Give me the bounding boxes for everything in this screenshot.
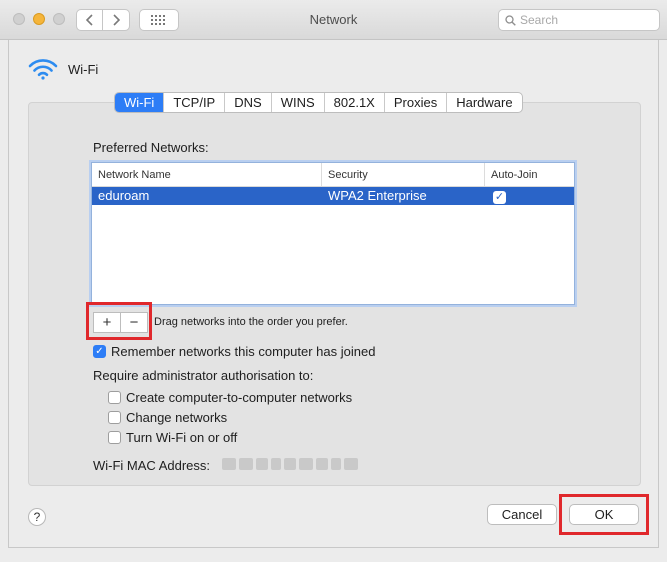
turn-wifi-label: Turn Wi-Fi on or off [126,430,238,445]
wifi-icon [28,59,58,80]
change-networks-label: Change networks [126,410,228,425]
mac-address-redacted [222,458,358,470]
auto-join-checkbox[interactable]: ✓ [493,191,506,204]
tab-dns[interactable]: DNS [224,93,270,112]
title-bar: Network [0,0,667,40]
create-networks-row[interactable]: Create computer-to-computer networks [108,390,352,405]
highlight-box-ok [559,494,649,535]
create-networks-checkbox[interactable] [108,391,121,404]
tab-proxies[interactable]: Proxies [383,93,446,112]
column-auto-join[interactable]: Auto-Join [485,163,574,186]
tab-hardware[interactable]: Hardware [446,93,521,112]
interface-header: Wi-Fi [28,58,98,80]
preferred-networks-table[interactable]: Network Name Security Auto-Join eduroam … [91,162,575,305]
search-icon [505,14,516,26]
help-button[interactable]: ? [28,508,46,526]
change-networks-row[interactable]: Change networks [108,410,227,425]
turn-wifi-checkbox[interactable] [108,431,121,444]
auto-join-cell: ✓ [485,187,574,205]
tab-tcpip[interactable]: TCP/IP [163,93,224,112]
security-cell: WPA2 Enterprise [328,188,427,203]
search-input[interactable] [516,13,650,27]
network-name-cell: eduroam [98,188,150,203]
tab-bar: Wi-Fi TCP/IP DNS WINS 802.1X Proxies Har… [114,92,523,113]
highlight-box-add-remove [86,302,152,340]
turn-wifi-row[interactable]: Turn Wi-Fi on or off [108,430,237,445]
table-row[interactable]: eduroam WPA2 Enterprise ✓ [92,187,574,205]
remember-networks-label: Remember networks this computer has join… [111,344,376,359]
table-header: Network Name Security Auto-Join [92,163,574,187]
change-networks-checkbox[interactable] [108,411,121,424]
preferred-networks-label: Preferred Networks: [93,140,209,155]
require-admin-label: Require administrator authorisation to: [93,368,314,383]
column-network-name[interactable]: Network Name [92,163,322,186]
drag-hint: Drag networks into the order you prefer. [154,316,348,328]
tab-8021x[interactable]: 802.1X [323,93,384,112]
remember-networks-checkbox[interactable]: ✓ [93,345,106,358]
interface-name: Wi-Fi [68,61,99,77]
cancel-button[interactable]: Cancel [487,504,557,525]
tab-wins[interactable]: WINS [270,93,324,112]
remember-networks-row[interactable]: ✓ Remember networks this computer has jo… [93,344,375,359]
create-networks-label: Create computer-to-computer networks [126,390,353,405]
search-field[interactable] [498,9,660,31]
mac-address-label: Wi-Fi MAC Address: [93,458,211,473]
column-security[interactable]: Security [322,163,485,186]
tab-wifi[interactable]: Wi-Fi [115,93,164,112]
